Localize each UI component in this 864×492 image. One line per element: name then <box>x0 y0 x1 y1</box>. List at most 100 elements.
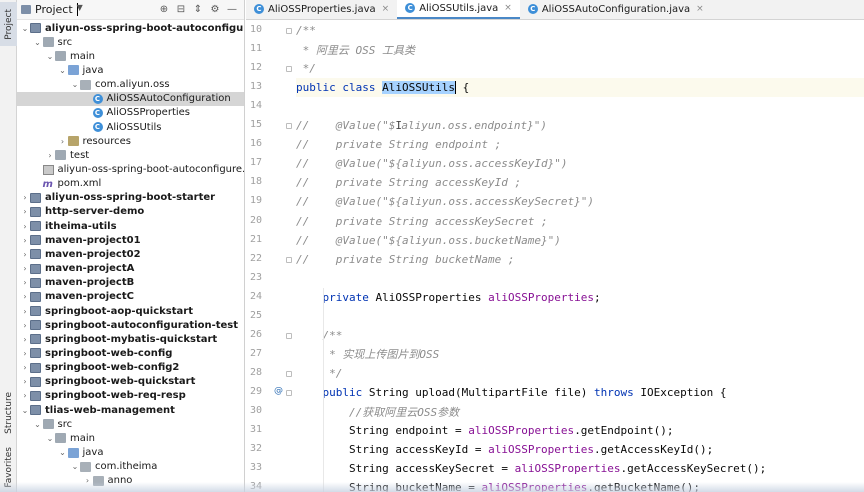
tree-item[interactable]: aliyun-oss-spring-boot-autoconfigure.iml <box>17 163 244 177</box>
tree-item[interactable]: C AliOSSAutoConfiguration <box>17 91 244 106</box>
chevron-right-icon[interactable]: › <box>20 307 30 316</box>
code-line[interactable] <box>296 97 864 116</box>
chevron-right-icon[interactable]: › <box>58 137 68 146</box>
project-tool-tab[interactable]: Project <box>0 2 17 46</box>
chevron-right-icon[interactable]: › <box>20 264 30 273</box>
chevron-right-icon[interactable]: › <box>20 335 30 344</box>
tree-item[interactable]: C AliOSSProperties <box>17 106 244 120</box>
code-line[interactable]: // private String accessKeySecret ; <box>296 212 864 231</box>
code-line[interactable]: /** <box>296 21 864 40</box>
editor-tab[interactable]: C AliOSSProperties.java × <box>246 0 397 19</box>
tree-item[interactable]: › maven-projectA <box>17 262 244 276</box>
chevron-down-icon[interactable]: ⌄ <box>20 24 30 33</box>
chevron-right-icon[interactable]: › <box>20 349 30 358</box>
tree-item[interactable]: › maven-projectB <box>17 276 244 290</box>
code-line[interactable]: // @Value("${aliyun.oss.accessKeyId}") <box>296 154 864 173</box>
tree-item[interactable]: › http-server-demo <box>17 205 244 219</box>
tree-item[interactable]: ⌄ src <box>17 35 244 49</box>
code-line[interactable]: public String upload (MultipartFile file)… <box>296 383 864 402</box>
chevron-down-icon[interactable]: ⌄ <box>70 462 80 471</box>
tree-item[interactable]: › maven-project02 <box>17 247 244 261</box>
tree-item[interactable]: › springboot-web-quickstart <box>17 375 244 389</box>
code-line[interactable]: // private String accessKeyId ; <box>296 173 864 192</box>
tree-item[interactable]: ⌄ com.itheima <box>17 460 244 474</box>
chevron-right-icon[interactable]: › <box>20 222 30 231</box>
code-line[interactable]: /** <box>296 326 864 345</box>
code-line[interactable]: * 阿里云 OSS 工具类 <box>296 40 864 59</box>
tree-item[interactable]: › springboot-web-req-resp <box>17 389 244 403</box>
fold-marker-icon[interactable] <box>286 256 292 263</box>
tree-item[interactable]: › springboot-mybatis-quickstart <box>17 332 244 346</box>
tree-item[interactable]: › maven-projectC <box>17 290 244 304</box>
tree-item[interactable]: › springboot-web-config <box>17 346 244 360</box>
chevron-down-icon[interactable]: ⌄ <box>33 38 43 47</box>
expand-icon[interactable]: ⇕ <box>192 4 204 16</box>
tree-item[interactable]: › test <box>17 148 244 162</box>
tree-item[interactable]: › springboot-aop-quickstart <box>17 304 244 318</box>
close-icon[interactable]: × <box>382 4 390 14</box>
tree-item[interactable]: ⌄ java <box>17 446 244 460</box>
chevron-right-icon[interactable]: › <box>45 151 55 160</box>
chevron-right-icon[interactable]: › <box>20 236 30 245</box>
editor-tab[interactable]: C AliOSSAutoConfiguration.java × <box>520 0 712 19</box>
chevron-down-icon[interactable]: ⌄ <box>45 434 55 443</box>
code-line[interactable]: private AliOSSProperties aliOSSPropertie… <box>296 288 864 307</box>
chevron-down-icon[interactable]: ⌄ <box>33 420 43 429</box>
gear-icon[interactable]: ⚙ <box>209 4 221 16</box>
chevron-right-icon[interactable]: › <box>20 292 30 301</box>
chevron-down-icon[interactable]: ⌄ <box>20 406 30 415</box>
chevron-down-icon[interactable]: ⌄ <box>58 448 68 457</box>
chevron-right-icon[interactable]: › <box>20 391 30 400</box>
tree-item[interactable]: ⌄ tlias-web-management <box>17 403 244 417</box>
code-line[interactable]: */ <box>296 59 864 78</box>
code-line[interactable]: // @Value("${aliyun.oss.accessKeySecret}… <box>296 192 864 211</box>
tree-item[interactable]: C AliOSSUtils <box>17 120 244 134</box>
code-line[interactable]: String accessKeySecret = aliOSSPropertie… <box>296 459 864 478</box>
target-icon[interactable]: ⊕ <box>158 4 170 16</box>
code-line[interactable]: String endpoint = aliOSSProperties .getEn… <box>296 421 864 440</box>
tree-item[interactable]: ⌄ java <box>17 63 244 77</box>
tree-item[interactable]: ⌄ main <box>17 49 244 63</box>
structure-tool-tab[interactable]: Structure <box>0 388 17 438</box>
code-line[interactable]: // @Value("${aliyun.oss.bucketName}") <box>296 231 864 250</box>
chevron-down-icon[interactable]: ⌄ <box>58 66 68 75</box>
code-line[interactable]: * 实现上传图片到OSS <box>296 345 864 364</box>
tree-item[interactable]: › itheima-utils <box>17 219 244 233</box>
project-panel-title[interactable]: Project <box>35 3 73 16</box>
chevron-right-icon[interactable]: › <box>20 377 30 386</box>
chevron-right-icon[interactable]: › <box>20 321 30 330</box>
code-line[interactable]: String accessKeyId = aliOSSProperties .ge… <box>296 440 864 459</box>
tree-item[interactable]: ⌄ com.aliyun.oss <box>17 78 244 92</box>
close-icon[interactable]: × <box>696 4 704 14</box>
tree-item[interactable]: ⌄ aliyun-oss-spring-boot-autoconfigure <box>17 21 244 35</box>
code-line[interactable]: */ <box>296 364 864 383</box>
fold-marker-icon[interactable] <box>286 370 292 377</box>
chevron-down-icon[interactable]: ▼ <box>76 3 83 16</box>
chevron-down-icon[interactable]: ⌄ <box>45 52 55 61</box>
collapse-all-icon[interactable]: ⊟ <box>175 4 187 16</box>
code-area[interactable]: /** * 阿里云 OSS 工具类 */ public class AliOSSU… <box>296 20 864 492</box>
tree-item[interactable]: ⌄ src <box>17 417 244 431</box>
tree-item[interactable]: › springboot-autoconfiguration-test <box>17 318 244 332</box>
fold-marker-icon[interactable] <box>286 66 292 73</box>
code-line[interactable] <box>296 269 864 288</box>
code-line[interactable]: //获取阿里云OSS参数 <box>296 402 864 421</box>
chevron-right-icon[interactable]: › <box>20 250 30 259</box>
code-line[interactable]: // private String bucketName ; <box>296 250 864 269</box>
code-line[interactable]: // private String endpoint ; <box>296 135 864 154</box>
chevron-right-icon[interactable]: › <box>20 207 30 216</box>
fold-marker-icon[interactable] <box>286 28 292 34</box>
code-line[interactable] <box>296 307 864 326</box>
fold-marker-icon[interactable] <box>286 332 292 339</box>
chevron-right-icon[interactable]: › <box>20 363 30 372</box>
code-line[interactable]: public class AliOSSUtils { <box>296 78 864 98</box>
tree-item[interactable]: m pom.xml <box>17 177 244 191</box>
tree-item[interactable]: › resources <box>17 134 244 148</box>
chevron-down-icon[interactable]: ⌄ <box>70 80 80 89</box>
close-icon[interactable]: × <box>504 3 512 13</box>
chevron-right-icon[interactable]: › <box>20 278 30 287</box>
minimize-icon[interactable]: — <box>226 4 238 16</box>
editor-tab[interactable]: C AliOSSUtils.java × <box>397 0 520 19</box>
override-marker-icon[interactable]: @ <box>274 386 284 396</box>
tree-item[interactable]: ⌄ main <box>17 431 244 445</box>
